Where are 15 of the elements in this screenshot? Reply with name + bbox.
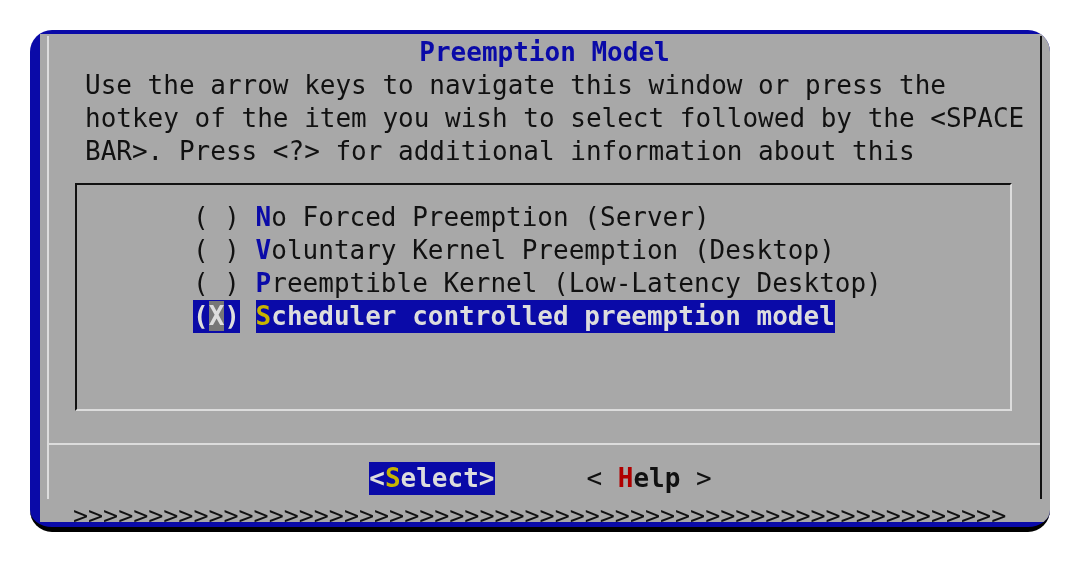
option-label[interactable]: No Forced Preemption (Server) (255, 201, 710, 234)
instruction-text: hotkey of the item you wish to select followed by the <SPACE (85, 102, 1026, 135)
option-label[interactable]: Voluntary Kernel Preemption (Desktop) (255, 234, 835, 267)
dialog-button[interactable]: < Help > (586, 462, 712, 495)
radio-marker[interactable]: ( ) (193, 201, 240, 234)
radio-marker[interactable]: ( ) (193, 267, 240, 300)
scroll-indicator: >>>>>>>>>>>>>>>>>>>>>>>>>>>>>>>>>>>>>>>>>>>>>>>>>>>>>>>>>>>>>> (72, 500, 1008, 527)
dialog-title: Preemption Model (418, 36, 671, 69)
instruction-text: Use the arrow keys to navigate this window or press the (85, 69, 947, 102)
radio-marker[interactable]: ( ) (193, 234, 240, 267)
instruction-text: BAR>. Press <?> for additional information about this (85, 135, 916, 168)
dialog-button[interactable]: <Select> (369, 462, 495, 495)
radio-marker[interactable]: (X) (193, 300, 240, 333)
option-label[interactable]: Scheduler controlled preemption model (255, 300, 835, 333)
option-label[interactable]: Preemptible Kernel (Low-Latency Desktop) (255, 267, 882, 300)
